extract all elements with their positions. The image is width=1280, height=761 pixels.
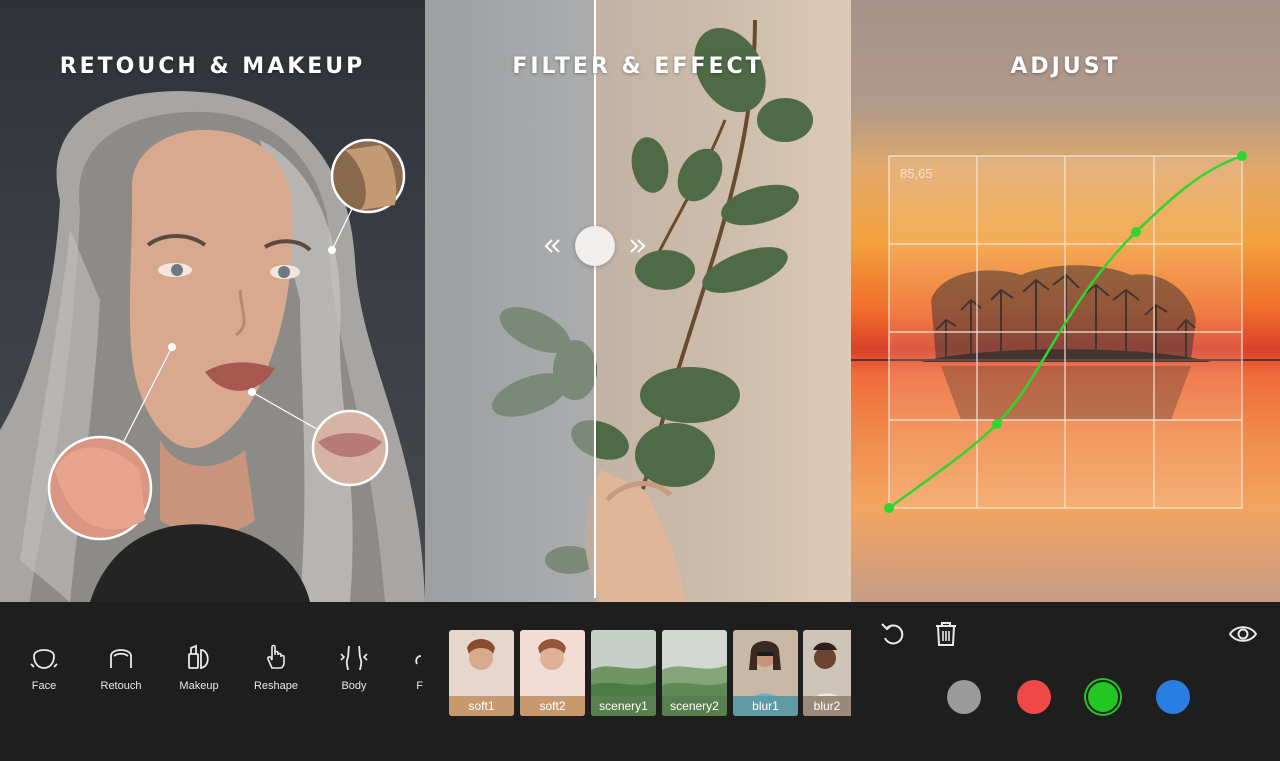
tool-makeup-label: Makeup [179, 680, 219, 692]
chevron-double-right-icon [630, 239, 646, 253]
cheek-zoom-lens [47, 435, 153, 541]
tool-body-label: Body [341, 680, 367, 692]
hair-zoom-lens [330, 138, 406, 214]
retouch-panel: RETOUCH & MAKEUP Face Retouch Makeup Res… [0, 0, 425, 761]
retouch-title: RETOUCH & MAKEUP [59, 54, 366, 79]
tool-retouch-label: Retouch [100, 680, 142, 692]
plant-photo [425, 0, 851, 602]
curve-point-start [884, 503, 894, 513]
tool-face[interactable]: Face [9, 642, 79, 692]
curve-point-low [992, 419, 1002, 429]
filter-thumb-soft1[interactable]: soft1 [449, 630, 514, 716]
filter-label-scenery2: scenery2 [662, 696, 727, 716]
chevron-double-left-icon [544, 239, 560, 253]
undo-icon[interactable] [879, 620, 907, 648]
tool-retouch[interactable]: Retouch [86, 642, 156, 692]
filter-label-blur1: blur1 [733, 696, 798, 716]
retouch-icon [110, 649, 132, 668]
filter-thumb-blur1[interactable]: blur1 [733, 630, 798, 716]
curve-point-end [1237, 151, 1247, 161]
filter-label-blur2: blur2 [803, 696, 851, 716]
channel-red-button[interactable] [1017, 680, 1051, 714]
filter-before-overlay [425, 0, 595, 602]
eye-icon[interactable] [1228, 622, 1258, 646]
curve-point-high [1131, 227, 1141, 237]
cheek-marker-dot [168, 343, 176, 351]
face-contour-icon [30, 649, 58, 669]
adjust-panel: 85,65 ADJUST [851, 0, 1280, 761]
filter-label-soft1: soft1 [449, 696, 514, 716]
tool-reshape-label: Reshape [253, 680, 299, 692]
tool-makeup[interactable]: Makeup [164, 642, 234, 692]
filter-label-scenery1: scenery1 [591, 696, 656, 716]
filter-thumb-blur2[interactable]: blur2 [803, 630, 851, 716]
reshape-hand-icon [267, 644, 285, 669]
filter-thumb-soft2[interactable]: soft2 [520, 630, 585, 716]
makeup-icon [188, 644, 209, 670]
filter-title: FILTER & EFFECT [512, 54, 764, 79]
channel-blue-button[interactable] [1156, 680, 1190, 714]
tool-face-label: Face [31, 680, 57, 692]
channel-gray-button[interactable] [947, 680, 981, 714]
filter-thumb-scenery1[interactable]: scenery1 [591, 630, 656, 716]
channel-green-button[interactable] [1086, 680, 1120, 714]
lip-zoom-lens [311, 409, 389, 487]
trash-icon[interactable] [933, 620, 959, 648]
filter-thumb-scenery2[interactable]: scenery2 [662, 630, 727, 716]
hair-marker-dot [328, 246, 336, 254]
body-icon [340, 645, 368, 671]
retouch-toolbar: Face Retouch Makeup Reshape Body F [0, 602, 425, 761]
tool-partial[interactable]: F [395, 642, 425, 692]
partial-tool-icon [415, 655, 422, 665]
curve-readout: 85,65 [900, 166, 933, 181]
magnifier-callouts [47, 138, 406, 541]
filter-label-soft2: soft2 [520, 696, 585, 716]
tool-body[interactable]: Body [319, 642, 389, 692]
filter-strip: soft1 soft2 scenery1 scenery2 blur1 blur… [425, 602, 851, 761]
compare-slider-handle[interactable] [575, 226, 615, 266]
tool-partial-label: F [416, 680, 423, 692]
adjust-title: ADJUST [1010, 54, 1121, 79]
lip-marker-dot [248, 388, 256, 396]
filter-panel: FILTER & EFFECT soft1 soft2 scenery1 sce… [425, 0, 851, 761]
tone-curve-editor[interactable] [851, 0, 1280, 602]
adjust-toolbar [851, 602, 1280, 761]
tool-reshape[interactable]: Reshape [241, 642, 311, 692]
compare-divider-line [594, 0, 596, 598]
